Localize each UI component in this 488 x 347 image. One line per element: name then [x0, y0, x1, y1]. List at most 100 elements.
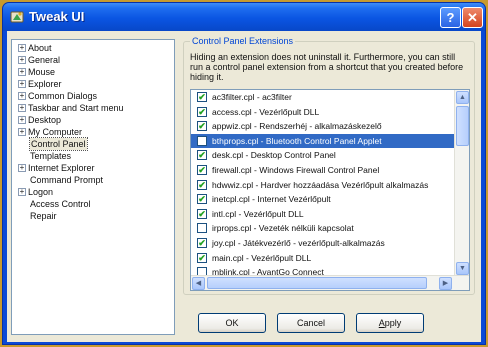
tree-item[interactable]: Access Control [12, 198, 174, 210]
extension-row[interactable]: ✔ desk.cpl - Desktop Control Panel [191, 148, 455, 163]
scroll-down-icon[interactable]: ▼ [456, 262, 469, 275]
extension-row[interactable]: ✔ access.cpl - Vezérlőpult DLL [191, 105, 455, 120]
apply-label-rest: pply [384, 318, 402, 328]
extension-label: bthprops.cpl - Bluetooth Control Panel A… [212, 135, 382, 146]
extension-label: ac3filter.cpl - ac3filter [212, 92, 292, 102]
window-title: Tweak UI [29, 9, 85, 24]
extension-checkbox[interactable]: ✔ [197, 106, 207, 117]
expand-icon[interactable]: + [18, 104, 26, 112]
close-button[interactable]: ✕ [462, 7, 483, 28]
tree-item-label: Desktop [28, 115, 62, 125]
tree-item[interactable]: + Mouse [12, 66, 174, 78]
vertical-scrollbar[interactable]: ▲ ▼ [454, 90, 469, 276]
tree-item[interactable]: Repair [12, 210, 174, 222]
tree-item-label: Access Control [30, 199, 91, 209]
tree-item-label: Logon [28, 187, 54, 197]
expand-icon[interactable]: + [18, 164, 26, 172]
extension-checkbox[interactable]: ✔ [197, 194, 207, 205]
extension-row[interactable]: irprops.cpl - Vezeték nélküli kapcsolat [191, 221, 455, 236]
title-bar[interactable]: Tweak UI ? ✕ [3, 3, 485, 31]
horizontal-scroll-thumb[interactable] [207, 277, 427, 289]
extension-row[interactable]: ✔ intl.cpl - Vezérlőpult DLL [191, 207, 455, 222]
extension-label: joy.cpl - Játékvezérlő - vezérlőpult-alk… [212, 237, 385, 248]
tree-item[interactable]: + Desktop [12, 114, 174, 126]
extension-label: hdwwiz.cpl - Hardver hozzáadása Vezérlőp… [212, 179, 429, 190]
expand-icon[interactable]: + [18, 92, 26, 100]
extension-checkbox[interactable] [197, 135, 207, 146]
scroll-up-icon[interactable]: ▲ [456, 91, 469, 104]
extension-checkbox[interactable]: ✔ [197, 179, 207, 190]
tree-item[interactable]: + Taskbar and Start menu [12, 102, 174, 114]
tree-item[interactable]: + About [12, 42, 174, 54]
tree-item-label: Command Prompt [30, 175, 104, 185]
ok-button[interactable]: OK [198, 313, 266, 333]
expand-icon[interactable]: + [18, 80, 26, 88]
tree-item[interactable]: + My Computer [12, 126, 174, 138]
group-title: Control Panel Extensions [190, 36, 296, 46]
extension-label: intl.cpl - Vezérlőpult DLL [212, 208, 304, 219]
tree-item[interactable]: + Common Dialogs [12, 90, 174, 102]
expand-icon[interactable]: + [18, 116, 26, 124]
help-icon: ? [446, 10, 455, 25]
extensions-rows: ✔ ac3filter.cpl - ac3filter ✔ access.cpl - … [191, 90, 455, 276]
expand-icon[interactable]: + [18, 188, 26, 196]
extension-checkbox[interactable]: ✔ [197, 237, 207, 248]
tree-item-label: Common Dialogs [28, 91, 98, 101]
expand-icon[interactable]: + [18, 44, 26, 52]
extension-row[interactable]: ✔ inetcpl.cpl - Internet Vezérlőpult [191, 192, 455, 207]
dialog-client-area: + About + General + Mouse + Explorer + Common Dia… [7, 31, 481, 342]
tree-item[interactable]: + Internet Explorer [12, 162, 174, 174]
settings-tree[interactable]: + About + General + Mouse + Explorer + Common Dia… [11, 39, 175, 335]
expand-icon[interactable]: + [18, 128, 26, 136]
close-icon: ✕ [467, 9, 478, 25]
tree-item[interactable]: Control Panel [12, 137, 174, 151]
cancel-button[interactable]: Cancel [277, 313, 345, 333]
extension-label: access.cpl - Vezérlőpult DLL [212, 106, 320, 117]
tree-item-label: Mouse [28, 67, 56, 77]
tree-item-label: My Computer [28, 127, 83, 137]
tree-item[interactable]: Templates [12, 150, 174, 162]
extension-label: irprops.cpl - Vezeték nélküli kapcsolat [212, 223, 354, 234]
apply-button[interactable]: Apply [356, 313, 424, 333]
tree-item[interactable]: + Explorer [12, 78, 174, 90]
extension-row[interactable]: bthprops.cpl - Bluetooth Control Panel A… [191, 133, 455, 149]
extension-row[interactable]: ✔ appwiz.cpl - Rendszerhéj - alkalmazáske… [191, 119, 455, 134]
extension-row[interactable]: ✔ main.cpl - Vezérlőpult DLL [191, 251, 455, 266]
extension-label: firewall.cpl - Windows Firewall Control … [212, 164, 380, 175]
scroll-left-icon[interactable]: ◀ [192, 277, 205, 290]
extension-checkbox[interactable] [197, 223, 207, 234]
extensions-list[interactable]: ✔ ac3filter.cpl - ac3filter ✔ access.cpl - … [190, 89, 470, 291]
extension-checkbox[interactable]: ✔ [197, 208, 207, 219]
expand-icon[interactable]: + [18, 56, 26, 64]
description-text: Hiding an extension does not uninstall i… [190, 52, 464, 82]
tree-item-label: General [28, 55, 61, 65]
extension-checkbox[interactable]: ✔ [197, 92, 207, 102]
vertical-scroll-thumb[interactable] [456, 106, 469, 146]
extension-row[interactable]: ✔ joy.cpl - Játékvezérlő - vezérlőpult-al… [191, 236, 455, 251]
extension-row[interactable]: ✔ hdwwiz.cpl - Hardver hozzáadása Vezérlő… [191, 178, 455, 193]
control-panel-extensions-group: Control Panel Extensions Hiding an exten… [183, 36, 475, 295]
tree-item-label: About [28, 43, 52, 53]
tree-item-label: Taskbar and Start menu [28, 103, 124, 113]
tree-item-label: Explorer [28, 79, 62, 89]
extension-checkbox[interactable]: ✔ [197, 252, 207, 263]
tweak-ui-window: Tweak UI ? ✕ + About + General + Mouse + Explor… [2, 2, 486, 345]
scroll-right-icon[interactable]: ▶ [439, 277, 452, 290]
horizontal-scrollbar[interactable]: ◀ ▶ [191, 275, 469, 290]
tree-item-label: Templates [30, 151, 72, 161]
expand-icon[interactable]: + [18, 68, 26, 76]
tree-item-label: Internet Explorer [28, 163, 95, 173]
tree-item[interactable]: Command Prompt [12, 174, 174, 186]
tree-item-label: Repair [30, 211, 57, 221]
tree-item[interactable]: + General [12, 54, 174, 66]
extension-label: appwiz.cpl - Rendszerhéj - alkalmazáskez… [212, 121, 382, 132]
tree-item[interactable]: + Logon [12, 186, 174, 198]
extension-row[interactable]: ✔ ac3filter.cpl - ac3filter [191, 90, 455, 105]
extension-row[interactable]: ✔ firewall.cpl - Windows Firewall Control… [191, 163, 455, 178]
extension-label: main.cpl - Vezérlőpult DLL [212, 252, 312, 263]
extension-checkbox[interactable]: ✔ [197, 150, 207, 161]
tree-item-label: Control Panel [29, 137, 88, 151]
help-button[interactable]: ? [440, 7, 461, 28]
extension-checkbox[interactable]: ✔ [197, 164, 207, 175]
extension-checkbox[interactable]: ✔ [197, 121, 207, 132]
